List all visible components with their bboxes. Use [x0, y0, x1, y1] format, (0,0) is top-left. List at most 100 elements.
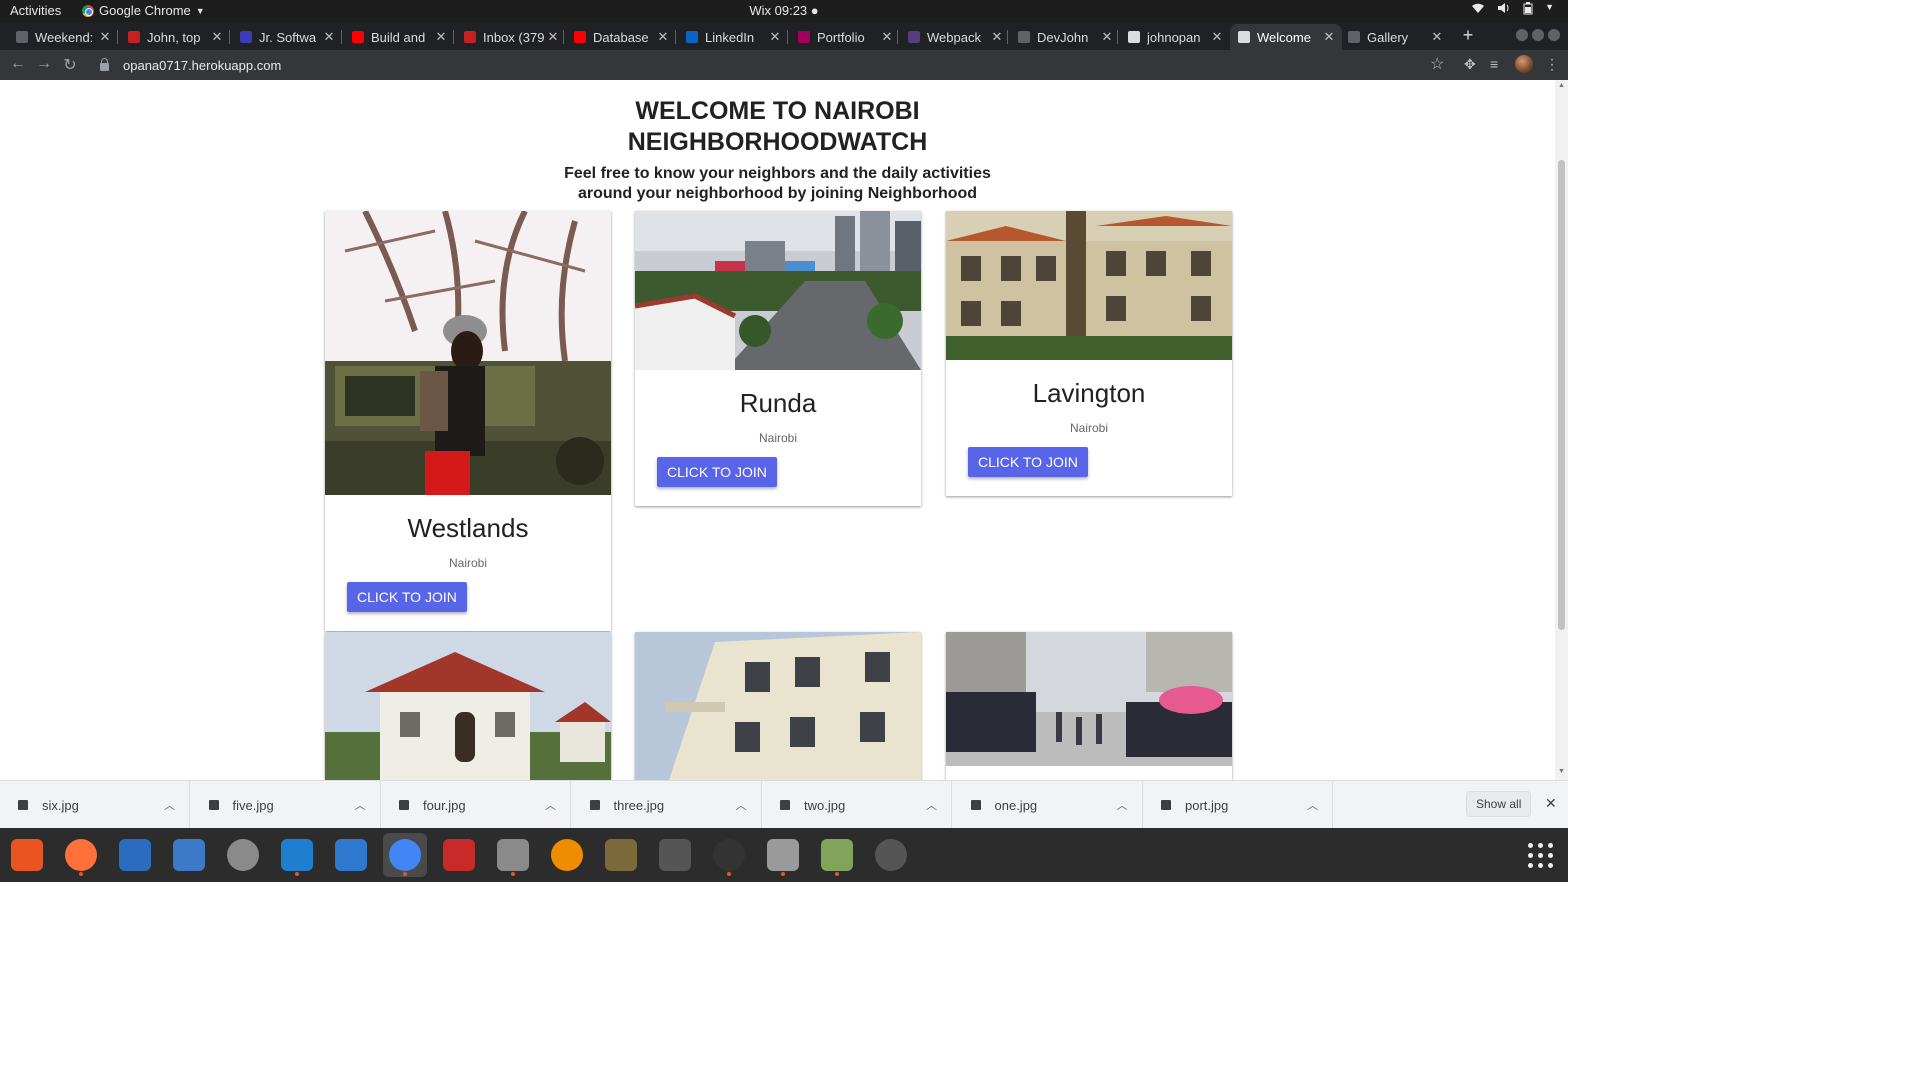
- dock-app[interactable]: [329, 833, 373, 877]
- close-tab-icon[interactable]: ✕: [1100, 29, 1114, 45]
- download-item[interactable]: two.jpg ︿: [762, 781, 952, 829]
- close-window-button[interactable]: [1548, 29, 1560, 41]
- reload-button[interactable]: ↻: [60, 55, 80, 75]
- close-tab-icon[interactable]: ✕: [880, 29, 894, 45]
- vlc-icon: [551, 839, 583, 871]
- browser-tab[interactable]: Portfolio ✕: [790, 24, 900, 50]
- download-item[interactable]: one.jpg ︿: [953, 781, 1143, 829]
- more-menu-icon[interactable]: ⋮: [1545, 56, 1559, 73]
- browser-tab[interactable]: Jr. Softwa ✕: [232, 24, 342, 50]
- bookmark-star-icon[interactable]: ☆: [1430, 54, 1444, 74]
- dock-app[interactable]: [761, 833, 805, 877]
- dock-app[interactable]: [707, 833, 751, 877]
- close-tab-icon[interactable]: ✕: [210, 29, 224, 45]
- download-item[interactable]: five.jpg ︿: [191, 781, 381, 829]
- download-item[interactable]: four.jpg ︿: [381, 781, 571, 829]
- close-shelf-icon[interactable]: ✕: [1545, 795, 1557, 812]
- chevron-up-icon[interactable]: ︿: [545, 797, 556, 813]
- close-tab-icon[interactable]: ✕: [98, 29, 112, 45]
- browser-tab[interactable]: johnopan ✕: [1120, 24, 1230, 50]
- chevron-up-icon[interactable]: ︿: [355, 797, 366, 813]
- close-tab-icon[interactable]: ✕: [546, 29, 560, 45]
- dock-app[interactable]: [545, 833, 589, 877]
- dock-app[interactable]: [167, 833, 211, 877]
- browser-tab[interactable]: DevJohn ✕: [1010, 24, 1120, 50]
- close-tab-icon[interactable]: ✕: [1430, 29, 1444, 45]
- tab-favicon-icon: [574, 31, 586, 43]
- new-tab-button[interactable]: +: [1458, 25, 1478, 46]
- tab-title: Weekend:: [35, 29, 94, 45]
- close-tab-icon[interactable]: ✕: [322, 29, 336, 45]
- chevron-up-icon[interactable]: ︿: [736, 797, 747, 813]
- close-tab-icon[interactable]: ✕: [656, 29, 670, 45]
- image-file-icon: [1161, 800, 1171, 810]
- dock-app[interactable]: [815, 833, 859, 877]
- tab-favicon-icon: [240, 31, 252, 43]
- page-scrollbar[interactable]: ▲ ▼: [1555, 80, 1568, 780]
- download-item[interactable]: six.jpg ︿: [0, 781, 190, 829]
- media-control-icon[interactable]: ≡: [1490, 56, 1498, 72]
- chevron-up-icon[interactable]: ︿: [164, 797, 175, 813]
- scroll-thumb[interactable]: [1558, 160, 1565, 630]
- scroll-up-arrow[interactable]: ▲: [1558, 82, 1565, 89]
- close-tab-icon[interactable]: ✕: [768, 29, 782, 45]
- close-tab-icon[interactable]: ✕: [1322, 29, 1336, 45]
- dock-app[interactable]: [275, 833, 319, 877]
- join-button[interactable]: CLICK TO JOIN: [968, 447, 1088, 477]
- download-item[interactable]: port.jpg ︿: [1143, 781, 1333, 829]
- download-item[interactable]: three.jpg ︿: [572, 781, 762, 829]
- neighborhood-name: Runda: [739, 388, 817, 418]
- url-text[interactable]: opana0717.herokuapp.com: [123, 58, 281, 73]
- show-all-downloads-button[interactable]: Show all: [1466, 791, 1532, 817]
- browser-tab[interactable]: John, top ✕: [120, 24, 230, 50]
- dock-app[interactable]: [869, 833, 913, 877]
- help-icon: [173, 839, 205, 871]
- dock-app[interactable]: [599, 833, 643, 877]
- back-button[interactable]: ←: [8, 55, 28, 73]
- clock[interactable]: Wix 09:23 ●: [0, 3, 1568, 18]
- tab-title: Inbox (379: [483, 29, 545, 45]
- browser-tab[interactable]: Inbox (379 ✕: [456, 24, 566, 50]
- dock-app[interactable]: [221, 833, 265, 877]
- browser-tab[interactable]: Gallery ✕: [1340, 24, 1450, 50]
- close-tab-icon[interactable]: ✕: [1210, 29, 1224, 45]
- join-button[interactable]: CLICK TO JOIN: [657, 457, 777, 487]
- profile-avatar[interactable]: [1515, 55, 1533, 73]
- browser-tab[interactable]: Weekend: ✕: [8, 24, 118, 50]
- address-bar[interactable]: opana0717.herokuapp.com: [90, 53, 1455, 77]
- dock-app[interactable]: [437, 833, 481, 877]
- lock-icon[interactable]: [100, 58, 109, 71]
- minimize-button[interactable]: [1516, 29, 1528, 41]
- chevron-up-icon[interactable]: ︿: [1307, 797, 1318, 813]
- maximize-button[interactable]: [1532, 29, 1544, 41]
- forward-button[interactable]: →: [34, 55, 54, 73]
- dock-app[interactable]: [113, 833, 157, 877]
- browser-tab[interactable]: Database ✕: [566, 24, 676, 50]
- dock-app[interactable]: [383, 833, 427, 877]
- browser-tab[interactable]: LinkedIn ✕: [678, 24, 788, 50]
- close-tab-icon[interactable]: ✕: [434, 29, 448, 45]
- chevron-up-icon[interactable]: ︿: [1117, 797, 1128, 813]
- tab-favicon-icon: [1348, 31, 1360, 43]
- dock-app[interactable]: [491, 833, 535, 877]
- download-filename: one.jpg: [994, 797, 1038, 813]
- app-menu[interactable]: Google Chrome ▼: [82, 3, 205, 18]
- browser-tab[interactable]: Webpack ✕: [900, 24, 1010, 50]
- activities-button[interactable]: Activities: [10, 3, 61, 18]
- system-tray[interactable]: ▼: [1471, 2, 1554, 18]
- close-tab-icon[interactable]: ✕: [990, 29, 1004, 45]
- scroll-down-arrow[interactable]: ▼: [1558, 768, 1565, 775]
- download-filename: three.jpg: [613, 797, 665, 813]
- extensions-icon[interactable]: ✥: [1464, 56, 1476, 73]
- browser-tab[interactable]: Build and ✕: [344, 24, 454, 50]
- show-applications-icon[interactable]: [1528, 843, 1554, 869]
- browser-tab[interactable]: Welcome ✕: [1230, 24, 1342, 50]
- updater-icon: [875, 839, 907, 871]
- join-button[interactable]: CLICK TO JOIN: [347, 582, 467, 612]
- running-indicator: [403, 872, 407, 876]
- tab-separator: [341, 30, 342, 44]
- dock-app[interactable]: [5, 833, 49, 877]
- chevron-up-icon[interactable]: ︿: [926, 797, 937, 813]
- dock-app[interactable]: [59, 833, 103, 877]
- dock-app[interactable]: [653, 833, 697, 877]
